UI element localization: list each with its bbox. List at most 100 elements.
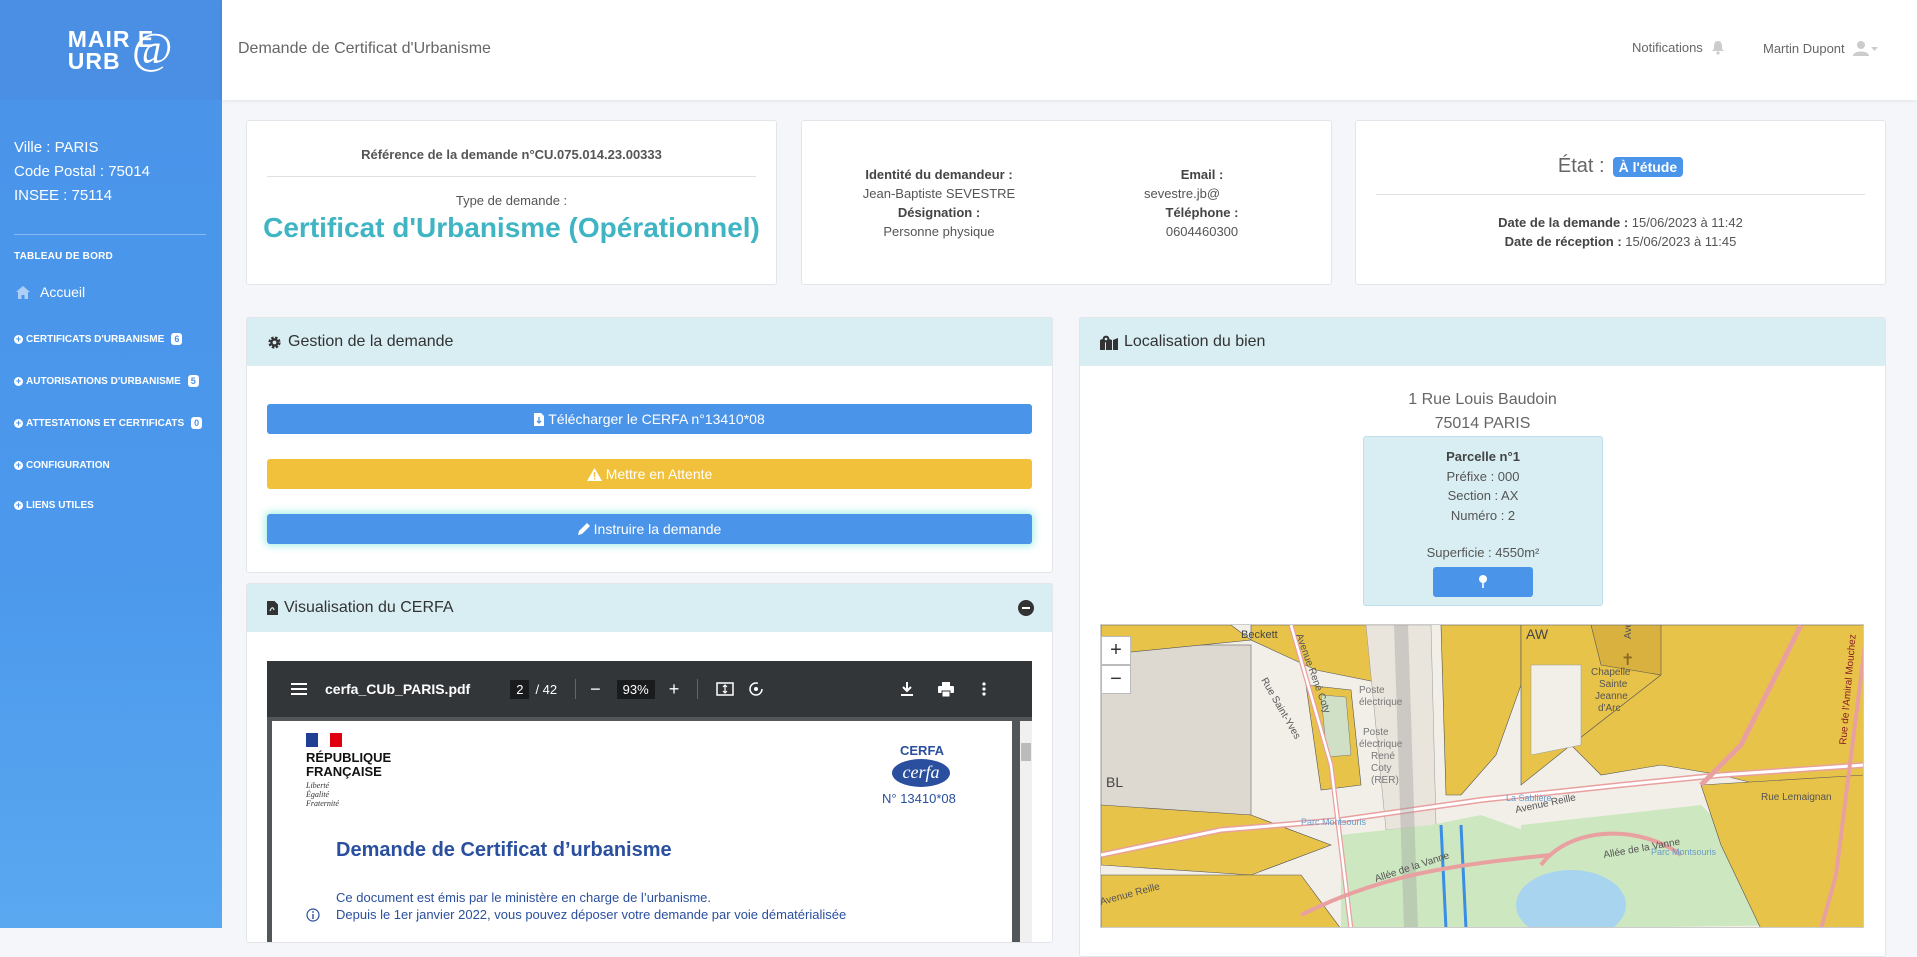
pdf-scrollbar[interactable] [1020,721,1032,942]
parcel-card: Parcelle n°1 Préfixe : 000 Section : AX … [1363,436,1603,606]
page-title: Demande de Certificat d'Urbanisme [238,40,491,57]
date-demande-value: 15/06/2023 à 11:42 [1631,215,1743,230]
instruct-request-button[interactable]: Instruire la demande [267,514,1032,544]
document-title: Demande de Certificat d’urbanisme [336,839,672,861]
sidebar-item-label: AUTORISATIONS D'URBANISME [26,375,181,387]
map-label: Coty [1371,763,1392,774]
sidebar-item-accueil[interactable]: Accueil [0,262,222,300]
map-label: électrique [1359,739,1403,750]
localisation-title: Localisation du bien [1124,333,1266,350]
divider [267,176,756,177]
rf-line-2: FRANÇAISE [306,764,382,779]
state-label: État : [1557,155,1605,177]
notifications-label: Notifications [1632,40,1703,55]
home-icon [16,285,30,299]
gestion-title: Gestion de la demande [288,333,454,350]
menu-icon[interactable] [291,683,307,695]
applicant-card: Identité du demandeur : Jean-Baptiste SE… [801,120,1332,285]
minus-circle-icon[interactable] [1018,600,1034,616]
applicant-identity-value: Jean-Baptiste SEVESTRE [862,186,1016,201]
map-label: d'Arc [1598,703,1620,714]
file-pdf-icon [267,601,278,615]
cerfa-label: CERFA [900,743,945,758]
city-insee: INSEE : 75114 [14,187,113,204]
sidebar-item-attestations[interactable]: + ATTESTATIONS ET CERTIFICATS 0 [0,416,203,430]
map-label: René [1371,751,1395,762]
sidebar-section-title: TABLEAU DE BORD [14,251,113,262]
pdf-page-input[interactable]: 2 [510,679,530,699]
put-on-hold-button[interactable]: Mettre en Attente [267,459,1032,489]
map-label: BL [1106,774,1123,790]
address-line-1: 1 Rue Louis Baudoin [1408,391,1557,408]
fit-page-icon[interactable] [716,682,734,696]
date-demande-label: Date de la demande : [1498,215,1629,230]
app-logo[interactable]: MAIR E URB @ [68,27,172,73]
cadastral-map[interactable]: Beckett AW BL Poste électrique Poste éle… [1100,624,1864,928]
map-zoom-in-button[interactable]: + [1101,636,1131,665]
sidebar-item-configuration[interactable]: + CONFIGURATION [0,458,110,472]
pdf-zoom-input[interactable]: 93% [616,679,655,699]
sidebar-item-certificats[interactable]: + CERTIFICATS D'URBANISME 6 [0,332,183,346]
pdf-toolbar: cerfa_CUb_PARIS.pdf 2 / 42 − 93% + [267,661,1032,717]
applicant-phone-label: Téléphone : [1165,205,1239,220]
file-download-icon [534,412,545,426]
cerfa-viewer-card: Visualisation du CERFA cerfa_CUb_PARIS.p… [246,583,1053,943]
cerfa-viewer-title: Visualisation du CERFA [284,599,454,616]
user-menu[interactable]: Martin Dupont [1763,40,1879,56]
map-label: électrique [1359,697,1403,708]
applicant-identity-label: Identité du demandeur : [865,167,1013,182]
church-icon: ✝ [1621,652,1634,669]
status-badge: À l'étude [1612,156,1684,177]
parcel-prefix: Préfixe : 000 [1446,468,1520,484]
address-line-2: 75014 PARIS [1434,415,1531,432]
download-icon[interactable] [900,681,914,697]
cerfa-logo: cerfa [892,759,950,787]
zoom-out-icon[interactable]: − [590,679,601,700]
parcel-area: Superficie : 4550m² [1426,545,1540,560]
download-cerfa-label: Télécharger le CERFA n°13410*08 [548,411,765,427]
download-cerfa-button[interactable]: Télécharger le CERFA n°13410*08 [267,404,1032,434]
rf-line-1: RÉPUBLIQUE [306,750,392,765]
info-icon [306,908,320,922]
request-type-label: Type de demande : [455,193,568,208]
french-flag-icon [306,733,342,747]
map-label: Avenue [1623,625,1634,639]
pdf-page-count: / 42 [535,681,558,697]
plus-circle-icon: + [14,499,23,510]
gestion-header: Gestion de la demande [247,318,1052,366]
sidebar-item-liens-utiles[interactable]: + LIENS UTILES [0,498,94,512]
user-icon [1852,41,1878,56]
document-line-1: Ce document est émis par le ministère en… [336,890,712,905]
map-label: Parc Montsouris [1651,847,1717,857]
map-label: La Sablière [1506,793,1552,803]
logo-area: MAIR E URB @ [0,0,222,100]
rotate-icon[interactable] [748,681,764,697]
sidebar-item-label: CONFIGURATION [26,459,110,471]
state-row: État : À l'étude [1356,155,1885,178]
cerfa-viewer-header: Visualisation du CERFA [247,584,1052,632]
applicant-phone-value: 0604460300 [1165,224,1239,239]
localisation-header: Localisation du bien [1080,318,1885,366]
map-label: Poste [1363,727,1389,738]
print-icon[interactable] [938,681,955,697]
parcel-number: Numéro : 2 [1450,507,1516,523]
sidebar-item-autorisations[interactable]: + AUTORISATIONS D'URBANISME 5 [0,374,199,388]
map-label: Beckett [1241,629,1278,641]
sidebar-item-label: ATTESTATIONS ET CERTIFICATS [26,417,185,429]
more-vertical-icon[interactable] [982,682,986,696]
count-badge: 0 [191,417,203,429]
request-type-value: Certificat d'Urbanisme (Opérationnel) [263,212,760,243]
applicant-designation-value: Personne physique [883,224,995,239]
motto-liberte: Liberté [306,781,330,790]
applicant-email-value: sevestre.jb@ [1143,186,1221,201]
zoom-in-icon[interactable]: + [669,679,680,700]
locate-parcel-button[interactable] [1433,566,1533,597]
sidebar-divider [14,234,206,235]
divider [1376,194,1865,195]
applicant-email-label: Email : [1180,167,1224,182]
notifications-button[interactable]: Notifications [1632,40,1725,55]
map-zoom-out-button[interactable]: − [1101,665,1131,694]
toolbar-divider [697,679,699,699]
plus-circle-icon: + [14,375,23,386]
sidebar: MAIR E URB @ Ville : PARIS Code Postal :… [0,0,222,928]
